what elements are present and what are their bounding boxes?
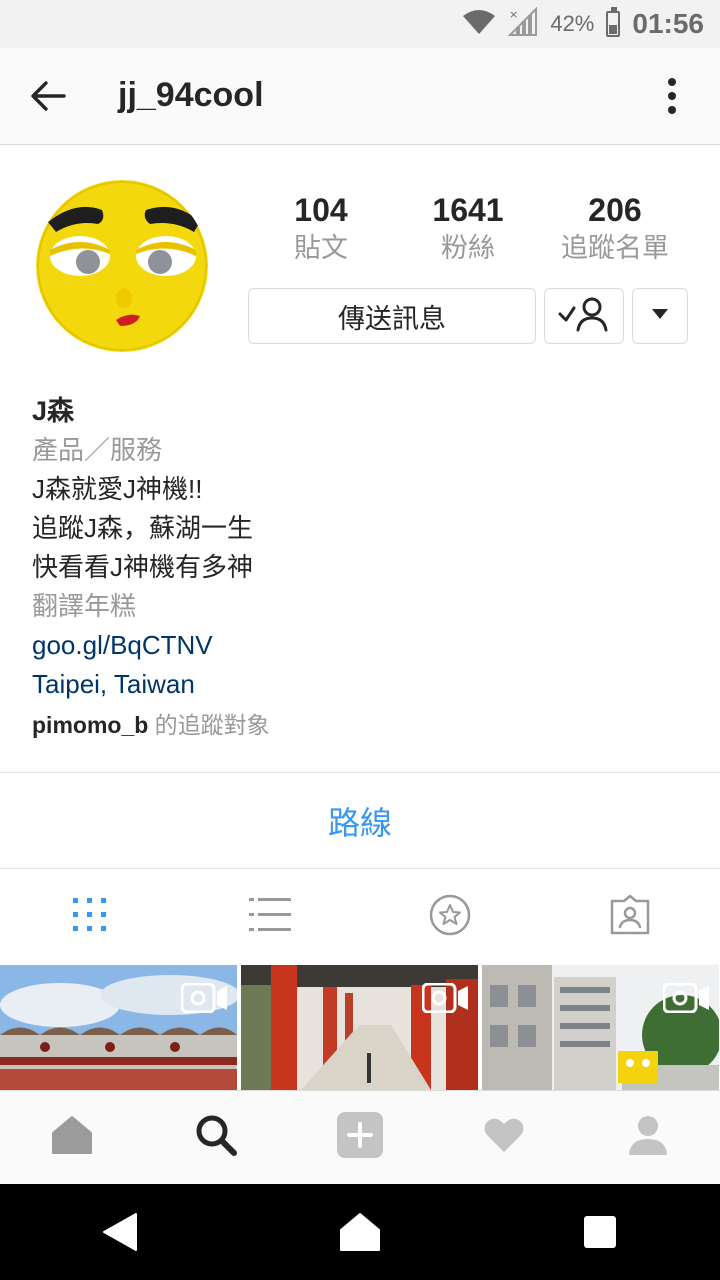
followed-by-username: pimomo_b bbox=[32, 712, 149, 738]
battery-icon bbox=[606, 7, 621, 37]
bio-line: J森就愛J神機!! bbox=[32, 474, 203, 504]
heart-icon bbox=[483, 1116, 525, 1159]
bottom-navigation bbox=[0, 1090, 720, 1184]
tab-list[interactable] bbox=[180, 869, 360, 965]
post-grid bbox=[0, 965, 720, 1090]
tab-tagged[interactable] bbox=[540, 869, 720, 965]
category-label: 產品／服務 bbox=[32, 435, 163, 465]
system-home-icon[interactable] bbox=[330, 1202, 390, 1262]
display-name: J森 bbox=[32, 396, 75, 426]
status-bar: × 42% 01:56 bbox=[0, 0, 720, 48]
stat-label: 貼文 bbox=[294, 233, 348, 263]
post-thumbnail[interactable] bbox=[0, 965, 237, 1090]
star-icon bbox=[428, 893, 472, 942]
nav-search[interactable] bbox=[144, 1091, 288, 1184]
following-button[interactable] bbox=[544, 288, 624, 344]
caret-down-icon bbox=[651, 307, 669, 325]
clock: 01:56 bbox=[632, 8, 704, 39]
video-icon bbox=[180, 982, 229, 1018]
stat-value: 206 bbox=[588, 192, 642, 228]
add-icon bbox=[336, 1111, 384, 1164]
avatar[interactable] bbox=[36, 180, 208, 352]
nav-home[interactable] bbox=[0, 1091, 144, 1184]
tab-grid[interactable] bbox=[0, 869, 180, 965]
system-navigation-bar bbox=[0, 1184, 720, 1280]
search-icon bbox=[195, 1114, 237, 1161]
bio-line: 快看看J神機有多神 bbox=[32, 552, 254, 582]
nav-activity[interactable] bbox=[432, 1091, 576, 1184]
followed-by[interactable]: pimomo_b 的追蹤對象 bbox=[32, 706, 692, 745]
following-check-user-icon bbox=[558, 296, 610, 337]
nav-add[interactable] bbox=[288, 1091, 432, 1184]
stat-posts[interactable]: 104 貼文 bbox=[248, 190, 394, 270]
suggestions-dropdown-button[interactable] bbox=[632, 288, 688, 344]
stat-value: 104 bbox=[294, 192, 348, 228]
directions-button[interactable]: 路線 bbox=[0, 773, 720, 868]
send-message-button[interactable]: 傳送訊息 bbox=[248, 288, 536, 344]
followed-by-suffix: 的追蹤對象 bbox=[154, 712, 270, 738]
nav-profile[interactable] bbox=[576, 1091, 720, 1184]
stat-label: 追蹤名單 bbox=[561, 233, 669, 263]
profile-icon bbox=[627, 1115, 669, 1160]
signal-icon: × bbox=[507, 6, 538, 42]
website-link[interactable]: goo.gl/BqCTNV bbox=[32, 626, 692, 665]
grid-icon bbox=[72, 897, 108, 938]
location-link[interactable]: Taipei, Taiwan bbox=[32, 665, 692, 704]
wifi-icon bbox=[462, 8, 496, 41]
video-icon bbox=[662, 982, 711, 1018]
video-icon bbox=[421, 982, 470, 1018]
back-arrow-icon[interactable] bbox=[22, 70, 74, 122]
bio-line: 追蹤J森，蘇湖一生 bbox=[32, 513, 254, 543]
stat-following[interactable]: 206 追蹤名單 bbox=[542, 190, 688, 270]
system-back-icon[interactable] bbox=[90, 1202, 150, 1262]
home-icon bbox=[51, 1115, 93, 1160]
profile-stats: 104 貼文 1641 粉絲 206 追蹤名單 bbox=[248, 190, 688, 270]
tagged-icon bbox=[609, 894, 651, 940]
more-options-icon[interactable] bbox=[648, 72, 696, 120]
translate-link[interactable]: 翻譯年糕 bbox=[32, 587, 692, 626]
profile-tabs bbox=[0, 869, 720, 965]
tab-saved[interactable] bbox=[360, 869, 540, 965]
stat-value: 1641 bbox=[432, 192, 504, 228]
profile-bio: J森 產品／服務 J森就愛J神機!! 追蹤J森，蘇湖一生 快看看J神機有多神 翻… bbox=[32, 392, 692, 745]
battery-percent: 42% bbox=[550, 11, 595, 36]
profile-username: jj_94cool bbox=[118, 76, 264, 114]
post-thumbnail[interactable] bbox=[241, 965, 478, 1090]
list-icon bbox=[249, 897, 291, 938]
post-thumbnail[interactable] bbox=[482, 965, 719, 1090]
svg-text:×: × bbox=[509, 8, 518, 21]
stat-label: 粉絲 bbox=[441, 233, 495, 263]
top-app-bar: jj_94cool bbox=[0, 48, 720, 145]
stat-followers[interactable]: 1641 粉絲 bbox=[395, 190, 541, 270]
system-recents-icon[interactable] bbox=[570, 1202, 630, 1262]
